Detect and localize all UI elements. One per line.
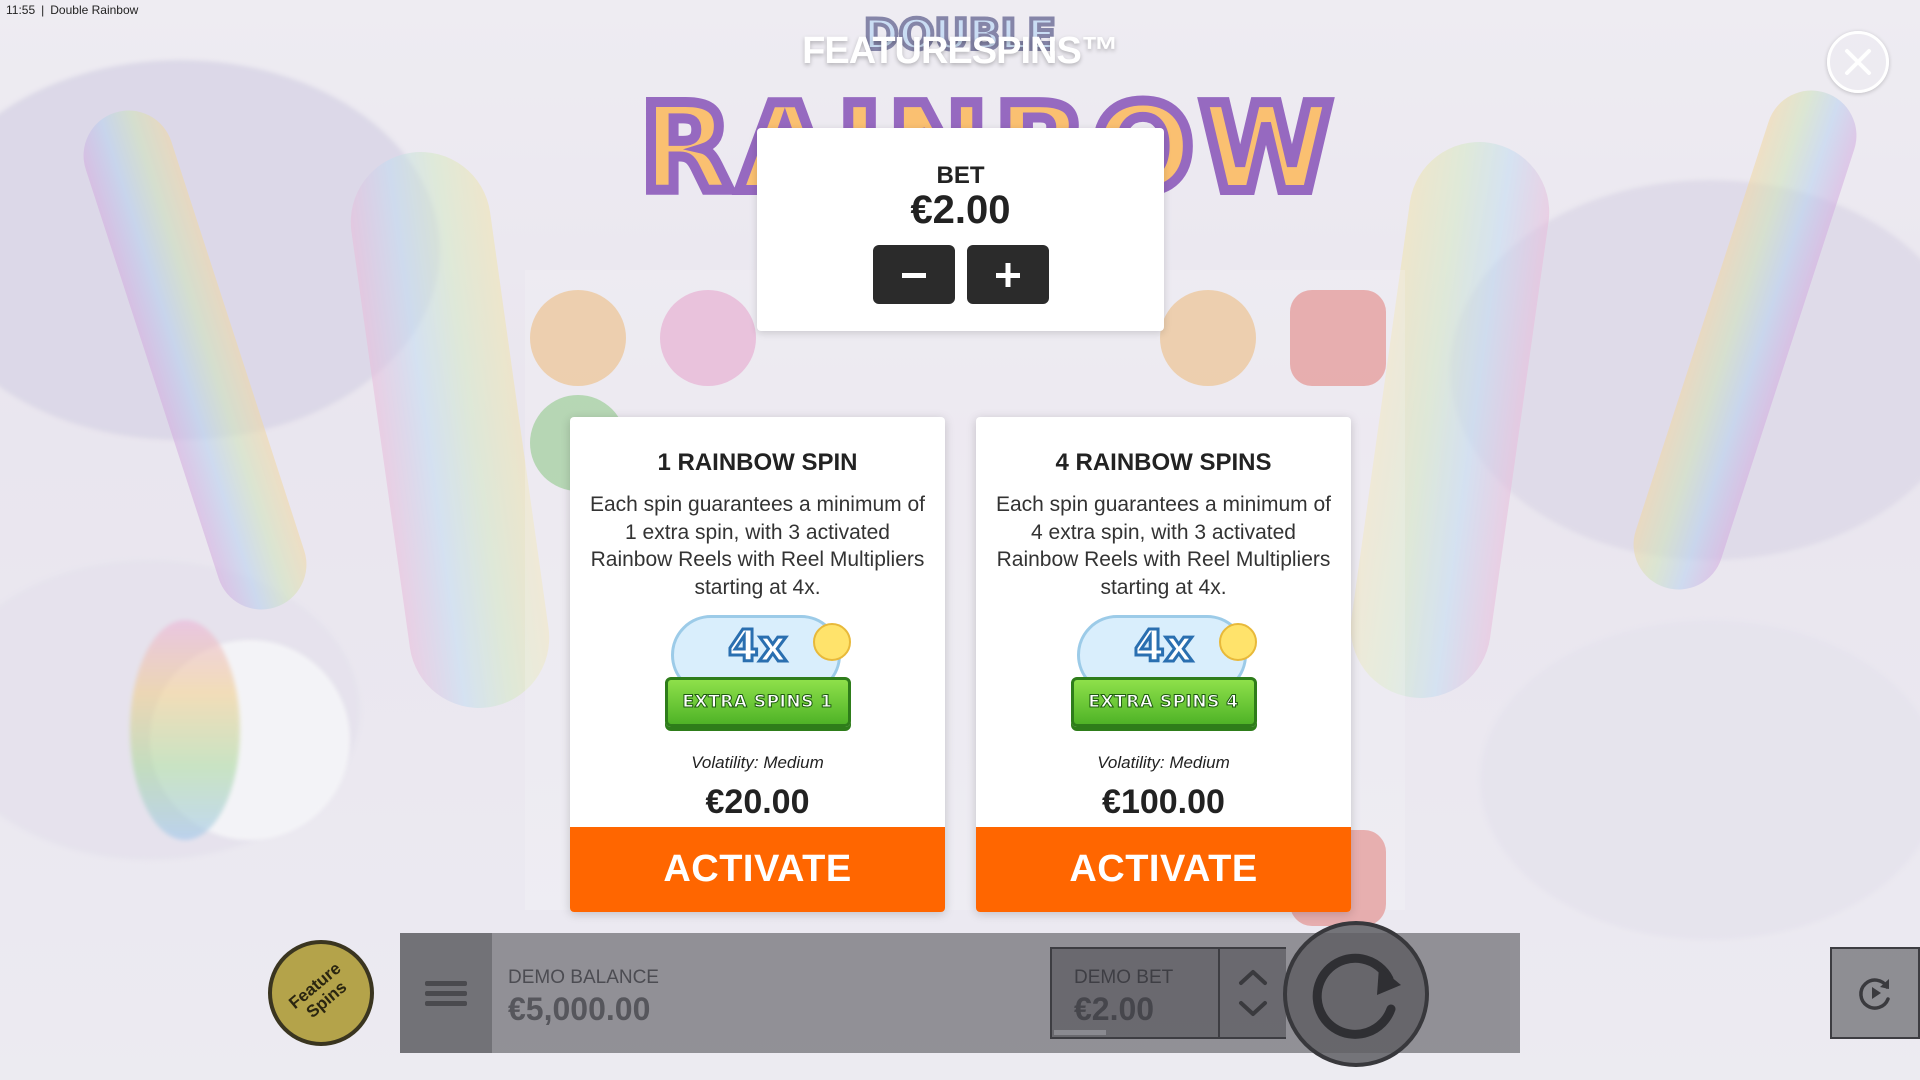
balance-value: €5,000.00: [508, 991, 651, 1027]
bet-selector: BET €2.00: [757, 128, 1164, 331]
close-icon: [1845, 49, 1871, 75]
activate-button[interactable]: ACTIVATE: [570, 827, 945, 912]
bet-level-indicator: [1054, 1030, 1106, 1035]
card-title: 4 RAINBOW SPINS: [1055, 449, 1272, 476]
extra-spins-badge: 4x EXTRA SPINS 1: [663, 615, 853, 745]
extra-spins-badge: 4x EXTRA SPINS 4: [1069, 615, 1259, 745]
feature-card-4-spins: 4 RAINBOW SPINS Each spin guarantees a m…: [976, 417, 1351, 912]
bet-stepper: [1220, 947, 1286, 1039]
spin-arrow-icon: [1312, 953, 1401, 1039]
feature-spins-button[interactable]: Feature Spins: [268, 940, 374, 1046]
chevron-down-icon[interactable]: [1238, 1000, 1268, 1018]
feature-card-1-spin: 1 RAINBOW SPIN Each spin guarantees a mi…: [570, 417, 945, 912]
activate-button[interactable]: ACTIVATE: [976, 827, 1351, 912]
balance-label: DEMO BALANCE: [508, 967, 659, 988]
chevron-up-icon[interactable]: [1238, 968, 1268, 986]
minus-icon: [901, 272, 926, 278]
badge-text: EXTRA SPINS 1: [682, 692, 833, 713]
menu-button[interactable]: [400, 933, 492, 1053]
demo-balance: DEMO BALANCE €5,000.00: [508, 967, 659, 1028]
badge-banner: EXTRA SPINS 4: [1070, 677, 1257, 727]
card-title: 1 RAINBOW SPIN: [657, 449, 858, 476]
demo-bet-label: DEMO BET: [1074, 967, 1174, 988]
card-price: €20.00: [705, 783, 810, 821]
activate-label: ACTIVATE: [1069, 848, 1258, 890]
badge-multiplier: 4x: [727, 620, 789, 674]
card-volatility: Volatility: Medium: [1097, 753, 1230, 772]
bet-label: BET: [936, 162, 985, 189]
increase-bet-button[interactable]: [966, 245, 1049, 304]
plus-icon: [995, 262, 1020, 287]
bet-value: €2.00: [910, 188, 1011, 232]
feature-spins-label: Feature Spins: [285, 958, 351, 1022]
card-volatility: Volatility: Medium: [691, 753, 824, 772]
spin-button[interactable]: [1283, 921, 1429, 1067]
autoplay-button[interactable]: [1830, 947, 1920, 1039]
badge-banner: EXTRA SPINS 1: [664, 677, 851, 727]
card-description: Each spin guarantees a minimum of 4 extr…: [995, 493, 1331, 599]
card-description: Each spin guarantees a minimum of 1 extr…: [589, 493, 925, 599]
demo-bet-panel[interactable]: DEMO BET €2.00: [1050, 947, 1220, 1039]
status-separator: |: [41, 3, 45, 17]
modal-title: FEATURESPINS™: [802, 30, 1119, 72]
decrease-bet-button[interactable]: [872, 245, 955, 304]
bet-controls: [757, 245, 1164, 304]
badge-multiplier: 4x: [1133, 620, 1195, 674]
close-button[interactable]: [1827, 31, 1889, 93]
autoplay-icon: [1859, 978, 1890, 1010]
activate-label: ACTIVATE: [663, 848, 852, 890]
hamburger-menu-icon: [425, 976, 467, 1011]
badge-text: EXTRA SPINS 4: [1088, 692, 1239, 713]
card-price: €100.00: [1102, 783, 1225, 821]
status-time: 11:55: [6, 3, 36, 17]
status-bar: 11:55 | Double Rainbow: [6, 3, 144, 17]
status-app-name: Double Rainbow: [50, 3, 139, 17]
demo-bet-value: €2.00: [1074, 991, 1155, 1027]
